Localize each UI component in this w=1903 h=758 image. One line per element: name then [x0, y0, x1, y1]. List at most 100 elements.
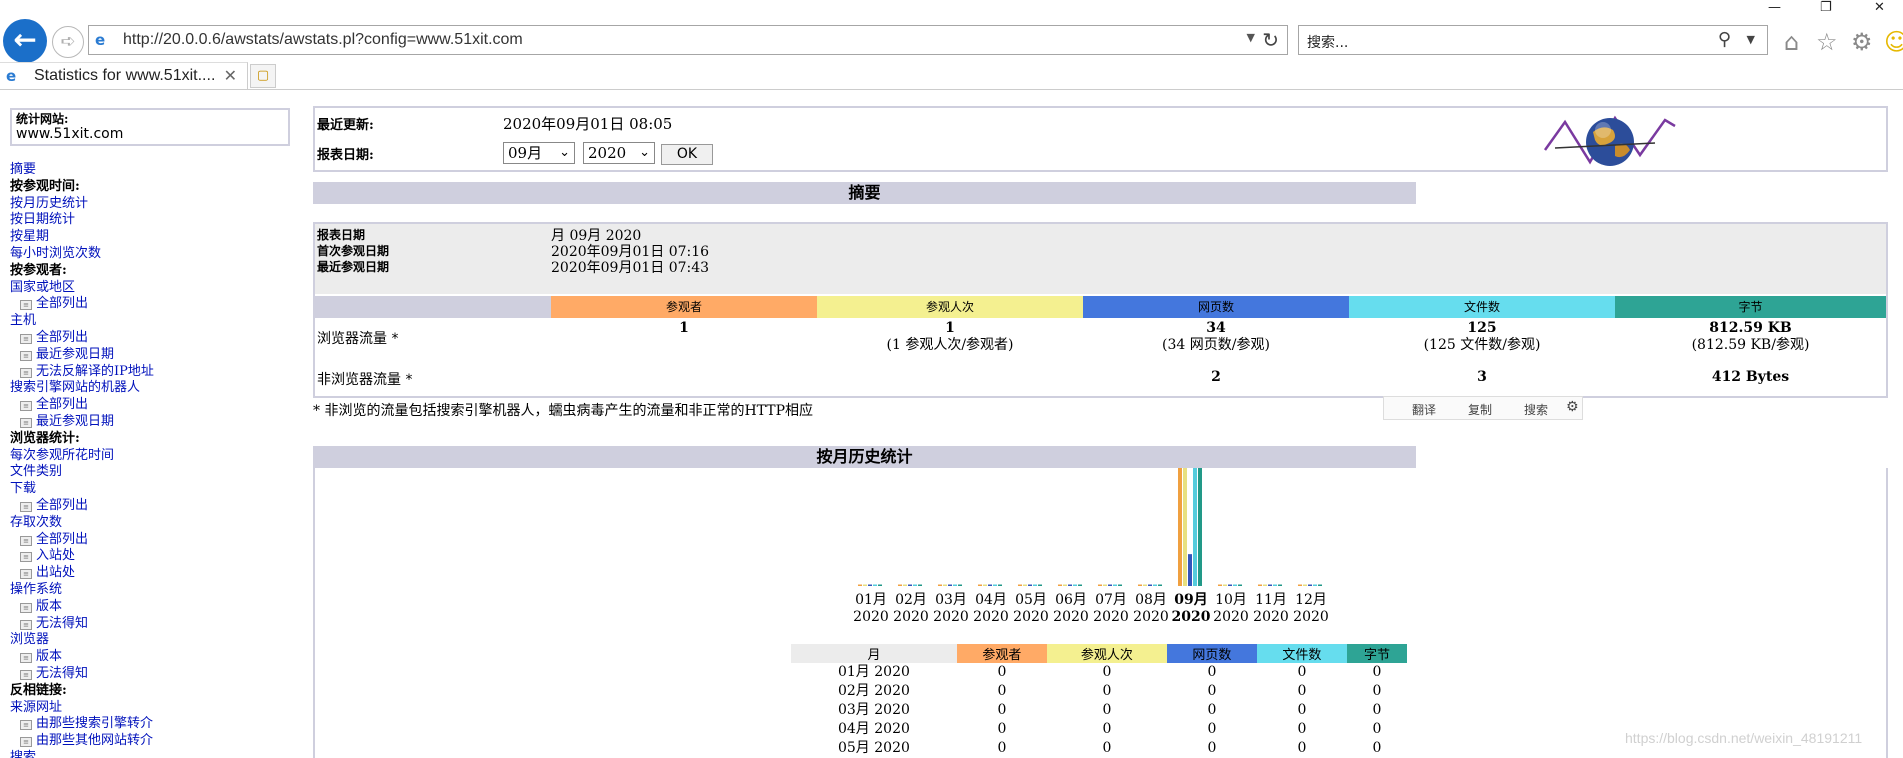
table-cell: 05月 2020: [837, 740, 910, 756]
table-cell: 01月 2020: [837, 664, 910, 680]
menu-sub-link[interactable]: ≡ 全部列出: [10, 532, 290, 549]
copy-button[interactable]: 复制: [1468, 401, 1492, 418]
back-button[interactable]: ←: [3, 19, 47, 63]
menu-link[interactable]: 摘要: [10, 162, 290, 179]
menu-sub-link[interactable]: ≡ 最近参观日期: [10, 414, 290, 431]
ok-button[interactable]: OK: [661, 144, 713, 165]
table-row: 03月 2020 0 0 0 0 0: [791, 701, 1407, 720]
menu-link[interactable]: 国家或地区: [10, 280, 290, 297]
search-button[interactable]: 搜索: [1524, 401, 1548, 418]
list-icon: ≡: [20, 602, 32, 613]
menu-sub-link[interactable]: ≡ 无法得知: [10, 666, 290, 683]
menu-link[interactable]: 操作系统: [10, 582, 290, 599]
ie-tab-icon: e: [6, 67, 17, 85]
page-content: 统计网站: www.51xit.com 摘要 按参观时间: 按月历史统计 按日期统计按…: [0, 90, 1903, 758]
translate-button[interactable]: 翻译: [1412, 401, 1436, 418]
table-cell: 0: [1102, 740, 1112, 756]
home-icon[interactable]: ⌂: [1784, 28, 1799, 56]
menu-sub-label: 全部列出: [36, 531, 89, 547]
list-icon: ≡: [20, 569, 32, 580]
table-cell: 0: [1297, 702, 1307, 718]
menu-link[interactable]: 主机: [10, 313, 290, 330]
menu-sub-link[interactable]: ≡ 由那些搜索引擎转介: [10, 716, 290, 733]
table-header-cell: 字节: [1346, 644, 1407, 663]
table-cell: 0: [1372, 702, 1382, 718]
table-cell: 0: [1207, 740, 1217, 756]
menu-link[interactable]: 浏览器: [10, 632, 290, 649]
search-icon[interactable]: ⚲: [1718, 29, 1731, 50]
menu-sub-label: 最近参观日期: [36, 413, 115, 429]
year-select[interactable]: 2020 ⌄: [583, 142, 655, 164]
settings-gear-icon[interactable]: ⚙: [1566, 399, 1579, 415]
star-icon[interactable]: ☆: [1816, 28, 1838, 56]
list-icon: ≡: [20, 367, 32, 378]
smile-icon[interactable]: ☺: [1884, 28, 1903, 56]
menu-link[interactable]: 搜索: [10, 750, 290, 758]
report-date-row-label: 报表日期: [317, 228, 366, 242]
table-header-cell: 文件数: [1256, 644, 1347, 663]
menu-link[interactable]: 每小时浏览次数: [10, 246, 290, 263]
menu-link[interactable]: 每次参观所花时间: [10, 448, 290, 465]
menu-sub-link[interactable]: ≡ 版本: [10, 599, 290, 616]
menu-sub-link[interactable]: ≡ 全部列出: [10, 330, 290, 347]
menu-sub-link[interactable]: ≡ 全部列出: [10, 296, 290, 313]
menu-sub-link[interactable]: ≡ 全部列出: [10, 397, 290, 414]
menu-sub-link[interactable]: ≡ 无法反解译的IP地址: [10, 364, 290, 381]
menu-link[interactable]: 按月历史统计: [10, 196, 290, 213]
tab-close-icon[interactable]: ✕: [224, 66, 237, 85]
menu-sub-label: 版本: [36, 598, 63, 614]
menu-sub-label: 入站处: [36, 548, 76, 564]
table-cell: 0: [1372, 721, 1382, 737]
gear-icon[interactable]: ⚙: [1851, 28, 1873, 56]
monthly-history-title: 按月历史统计: [313, 446, 1416, 468]
menu-link[interactable]: 按日期统计: [10, 212, 290, 229]
menu-sub-link[interactable]: ≡ 最近参观日期: [10, 347, 290, 364]
menu-sub-link[interactable]: ≡ 入站处: [10, 548, 290, 565]
table-cell: 02月 2020: [837, 683, 910, 699]
menu-sub-link[interactable]: ≡ 无法得知: [10, 616, 290, 633]
menu-link[interactable]: 存取次数: [10, 515, 290, 532]
menu-link[interactable]: 来源网址: [10, 700, 290, 717]
month-select-value: 09月: [508, 144, 543, 162]
menu-sub-link[interactable]: ≡ 由那些其他网站转介: [10, 733, 290, 750]
menu-link[interactable]: 按星期: [10, 229, 290, 246]
table-cell: 0: [1207, 702, 1217, 718]
monthly-history-table: 月参观者 参观人次 网页数 文件数 字节 01月 2020 0 0 0 0 0 02月 2020 0 0…: [791, 644, 1407, 758]
menu-sub-link[interactable]: ≡ 出站处: [10, 565, 290, 582]
non-browser-traffic-label: 非浏览器流量 *: [317, 372, 413, 388]
address-bar[interactable]: e http://20.0.0.6/awstats/awstats.pl?con…: [88, 25, 1288, 55]
menu-heading: 按参观时间:: [10, 178, 80, 194]
maximize-button[interactable]: ❐: [1820, 0, 1832, 15]
menu-sub-link[interactable]: ≡ 全部列出: [10, 498, 290, 515]
list-icon: ≡: [20, 535, 32, 546]
refresh-icon[interactable]: ↻: [1262, 28, 1279, 52]
report-date-label: 报表日期:: [317, 148, 374, 163]
menu-heading: 反相链接:: [10, 682, 67, 698]
new-tab-button[interactable]: ▢: [250, 64, 276, 88]
close-window-button[interactable]: ✕: [1874, 0, 1885, 15]
tab-statistics[interactable]: e Statistics for www.51xit.... ✕: [0, 62, 248, 90]
forward-button[interactable]: ➪: [52, 26, 84, 58]
awstats-logo-icon[interactable]: [1535, 110, 1685, 170]
last-visit-label: 最近参观日期: [317, 260, 390, 274]
header-box: 最近更新: 2020年09月01日 08:05 报表日期: 09月 ⌄ 2020…: [313, 106, 1888, 172]
menu-link[interactable]: 搜索引擎网站的机器人: [10, 380, 290, 397]
list-icon: ≡: [20, 669, 32, 680]
col-hits: 文件数: [1349, 296, 1615, 318]
url-text[interactable]: http://20.0.0.6/awstats/awstats.pl?confi…: [123, 31, 523, 49]
menu-sub-label: 无法得知: [36, 615, 89, 631]
menu-sub-link[interactable]: ≡ 版本: [10, 649, 290, 666]
search-input[interactable]: 搜索... ⚲ ▼: [1298, 25, 1768, 55]
last-visit-value: 2020年09月01日 07:43: [551, 260, 710, 276]
menu-link[interactable]: 文件类别: [10, 464, 290, 481]
minimize-button[interactable]: —: [1768, 0, 1781, 15]
month-select[interactable]: 09月 ⌄: [503, 142, 575, 164]
menu-link[interactable]: 下载: [10, 481, 290, 498]
last-update-value: 2020年09月01日 08:05: [503, 115, 673, 133]
url-dropdown-icon[interactable]: ▼: [1247, 31, 1255, 44]
non-browser-pages: 2: [1211, 369, 1221, 385]
site-box: 统计网站: www.51xit.com: [10, 108, 290, 146]
menu-sub-label: 出站处: [36, 565, 76, 581]
search-dropdown-icon[interactable]: ▼: [1747, 33, 1755, 46]
table-cell: 0: [997, 721, 1007, 737]
